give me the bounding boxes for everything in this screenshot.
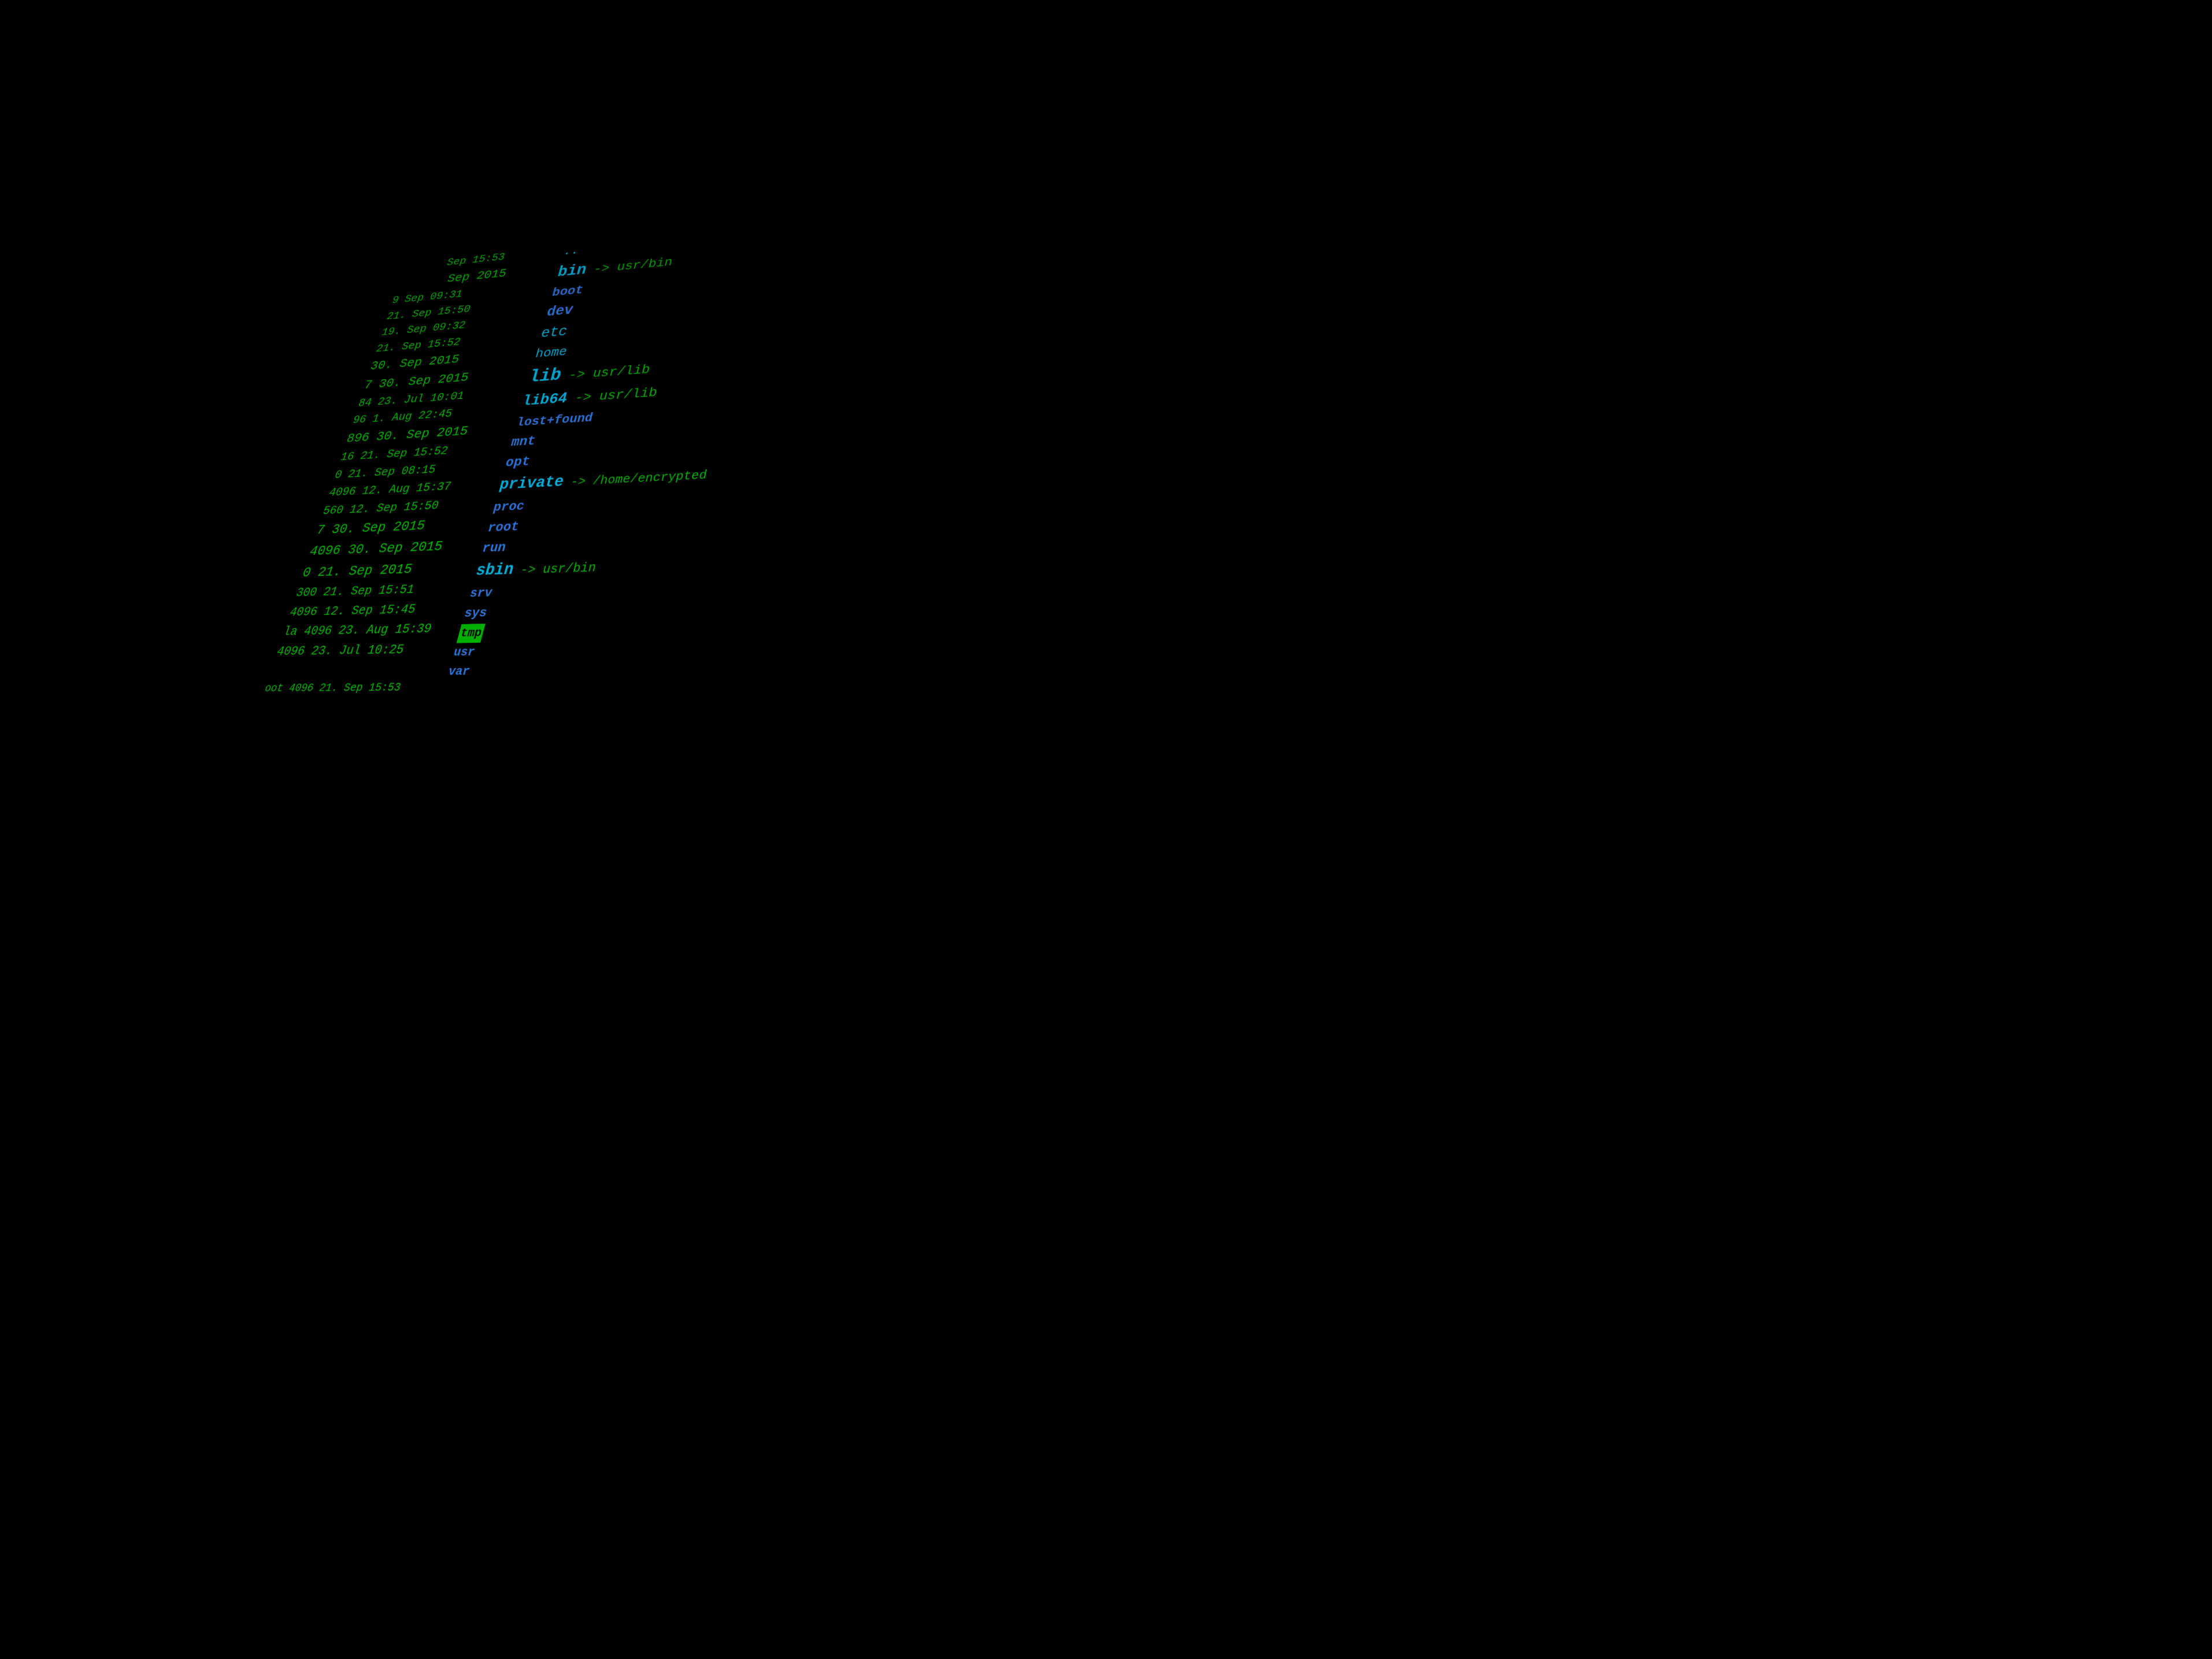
symlink-arrow-lib: -> [558,364,595,387]
num-300: 300 21. [293,582,354,603]
time-21: 15:39 [392,619,433,640]
symlink-target-private: /home/encrypted [590,466,709,491]
dir-name-lib: lib [525,362,565,391]
symlink-target-sbin: usr/bin [540,558,598,580]
dir-name-dev: dev [544,300,576,324]
symlink-target-lib64: usr/lib [596,383,659,407]
num-560: 560 12. [320,499,380,520]
time-20: 15:45 [377,600,418,621]
num-0: 0 21. [332,464,377,484]
time-22: 10:25 [365,640,406,661]
dir-name-sys: sys [462,603,490,624]
num-4096b: 4096 30. [306,539,382,562]
dir-name-usr: usr [451,643,477,662]
num-4096e: 4096 21. [286,679,347,697]
dir-name-home: home [533,342,569,364]
date-sep16: Sep 2015 [359,516,428,539]
time-13: 08:15 [399,461,438,481]
dir-name-var: var [446,662,472,682]
symlink-arrow-bin: -> [584,258,620,280]
dir-name-opt: opt [503,451,533,474]
num-4096d: 4096 23. [274,641,343,662]
date-sep18: Sep 2015 [346,558,415,582]
date-sep17: Sep 2015 [376,536,446,560]
dir-name-proc: proc [491,496,527,518]
dir-name-root: root [485,516,521,538]
line-24: oot 4096 21. Sep 15:53 [262,678,435,697]
num-730b: 7 30. [313,519,365,542]
num-4096c: 4096 12. [287,602,355,623]
symlink-arrow-lib64: -> [564,387,602,409]
line-23 [268,660,440,680]
num-0b: 0 21. [299,561,353,584]
time-24: 15:53 [366,678,403,697]
time-19: 15:51 [376,580,417,601]
dir-name-bin: bin [555,258,590,284]
time-15: 15:50 [401,497,441,517]
symlink-arrow-sbin: -> [510,560,545,581]
dir-name-dotdot: .. [561,242,581,261]
dir-name-etc: etc [538,321,570,345]
dir-name-mnt: mnt [509,431,538,453]
symlink-target-lib: usr/lib [590,360,652,384]
dir-name-srv: srv [467,583,494,604]
line-22: 4096 23. Jul 10:25 [274,639,446,662]
dir-name-private: private [497,471,566,498]
symlink-arrow-private: -> [561,472,595,492]
time-10: 22:45 [416,405,454,425]
terminal-window: Sep 15:53 Sep 2015 9 Sep 09:31 21. Sep 1… [0,0,2212,1659]
num-la4096: la 4096 23. [280,621,370,642]
line-21: la 4096 23. Aug 15:39 [280,619,451,642]
time-14: 15:37 [413,478,453,498]
dir-name-lib64: lib64 [519,388,569,413]
dir-name-tmp: tmp [457,624,486,643]
dir-name-run: run [480,537,509,558]
time-9: 10:01 [428,387,466,407]
time-12: 15:52 [411,442,450,462]
